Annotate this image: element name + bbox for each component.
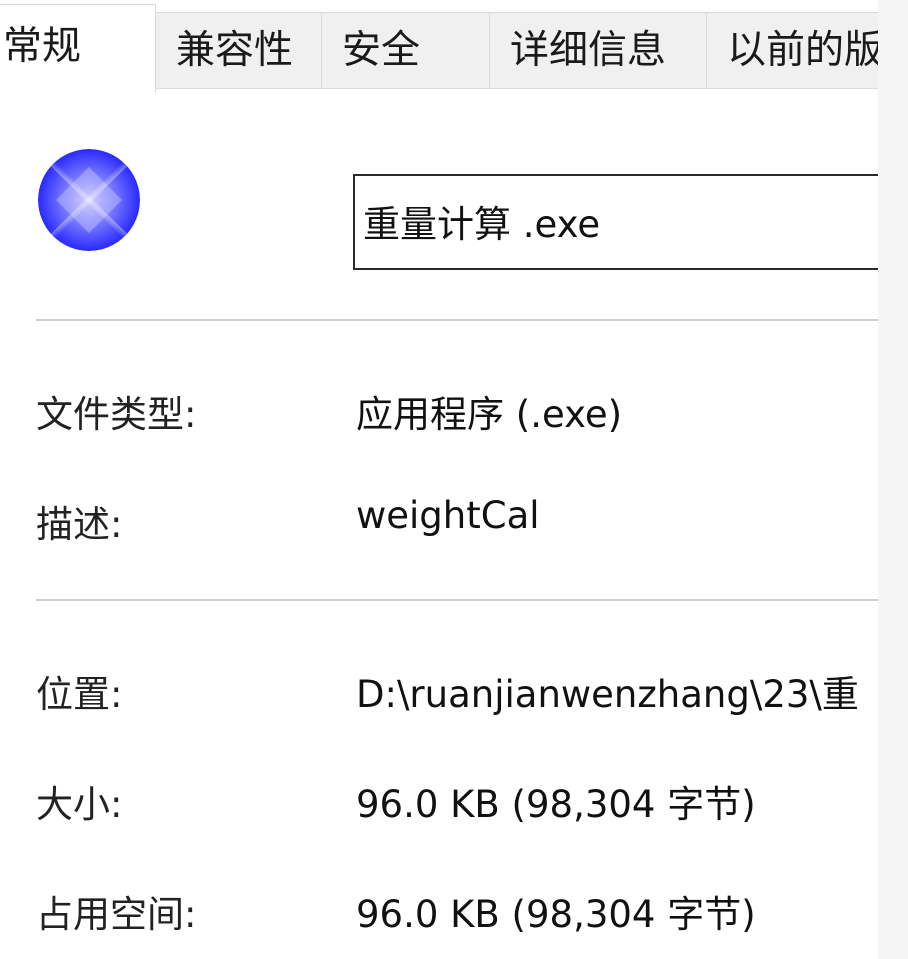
size-value: 96.0 KB (98,304 字节) [356,783,756,826]
description-label: 描述: [36,503,123,546]
location-value[interactable]: D:\ruanjianwenzhang\23\重 [356,664,859,718]
file-type-value: 应用程序 (.exe) [356,393,623,436]
properties-dialog: 常规 兼容性 安全 详细信息 以前的版 重量计算 .exe 文件类型: 应用程序… [0,0,908,959]
location-label: 位置: [36,673,123,716]
tab-compatibility[interactable]: 兼容性 [155,12,322,88]
blue-orb-app-icon [38,149,140,251]
dialog-content: 常规 兼容性 安全 详细信息 以前的版 重量计算 .exe 文件类型: 应用程序… [0,0,878,959]
tab-security[interactable]: 安全 [321,12,490,88]
file-name-field[interactable]: 重量计算 .exe [353,174,878,270]
tab-strip: 常规 兼容性 安全 详细信息 以前的版 [0,0,878,92]
description-value: weightCal [356,494,540,537]
app-icon-graphic [38,149,140,251]
divider-top [36,319,878,321]
tab-strip-border [155,88,878,89]
size-label: 大小: [36,783,123,826]
tab-details[interactable]: 详细信息 [489,12,707,88]
tab-general[interactable]: 常规 [0,4,156,92]
tab-previous-versions[interactable]: 以前的版 [706,12,878,88]
scroll-gutter [878,0,908,959]
disk-size-label: 占用空间: [36,893,197,936]
divider-middle [36,599,878,601]
disk-size-value: 96.0 KB (98,304 字节) [356,893,756,936]
file-type-label: 文件类型: [36,393,197,436]
